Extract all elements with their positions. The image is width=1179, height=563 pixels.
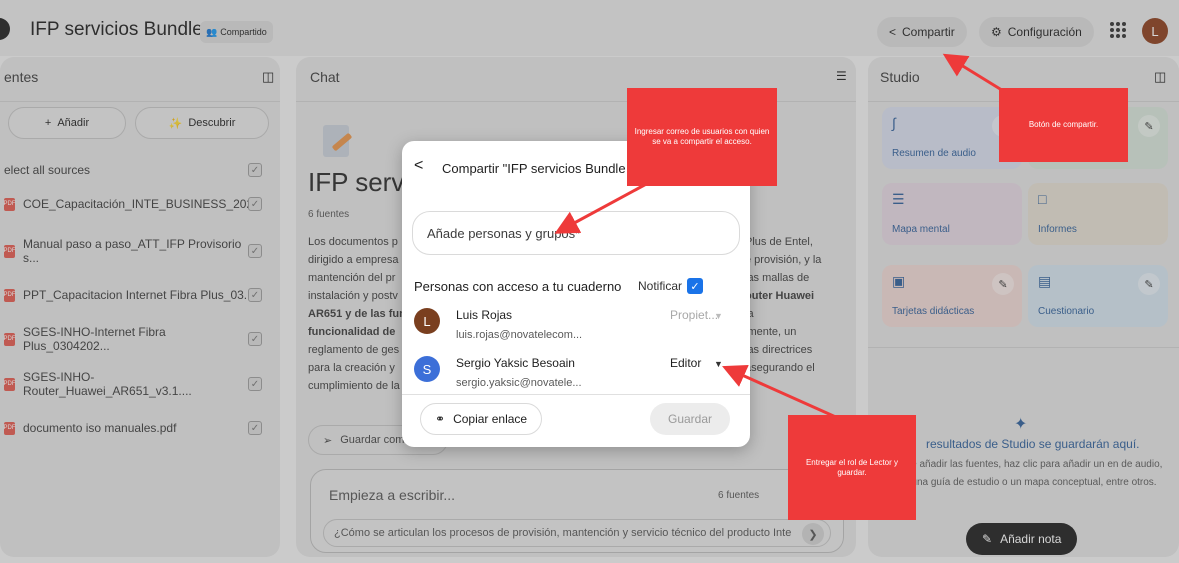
arrow-to-share (942, 53, 1006, 94)
arrow-to-role (722, 364, 839, 420)
arrow-to-input (554, 180, 651, 234)
annotation-arrows (554, 53, 1006, 420)
